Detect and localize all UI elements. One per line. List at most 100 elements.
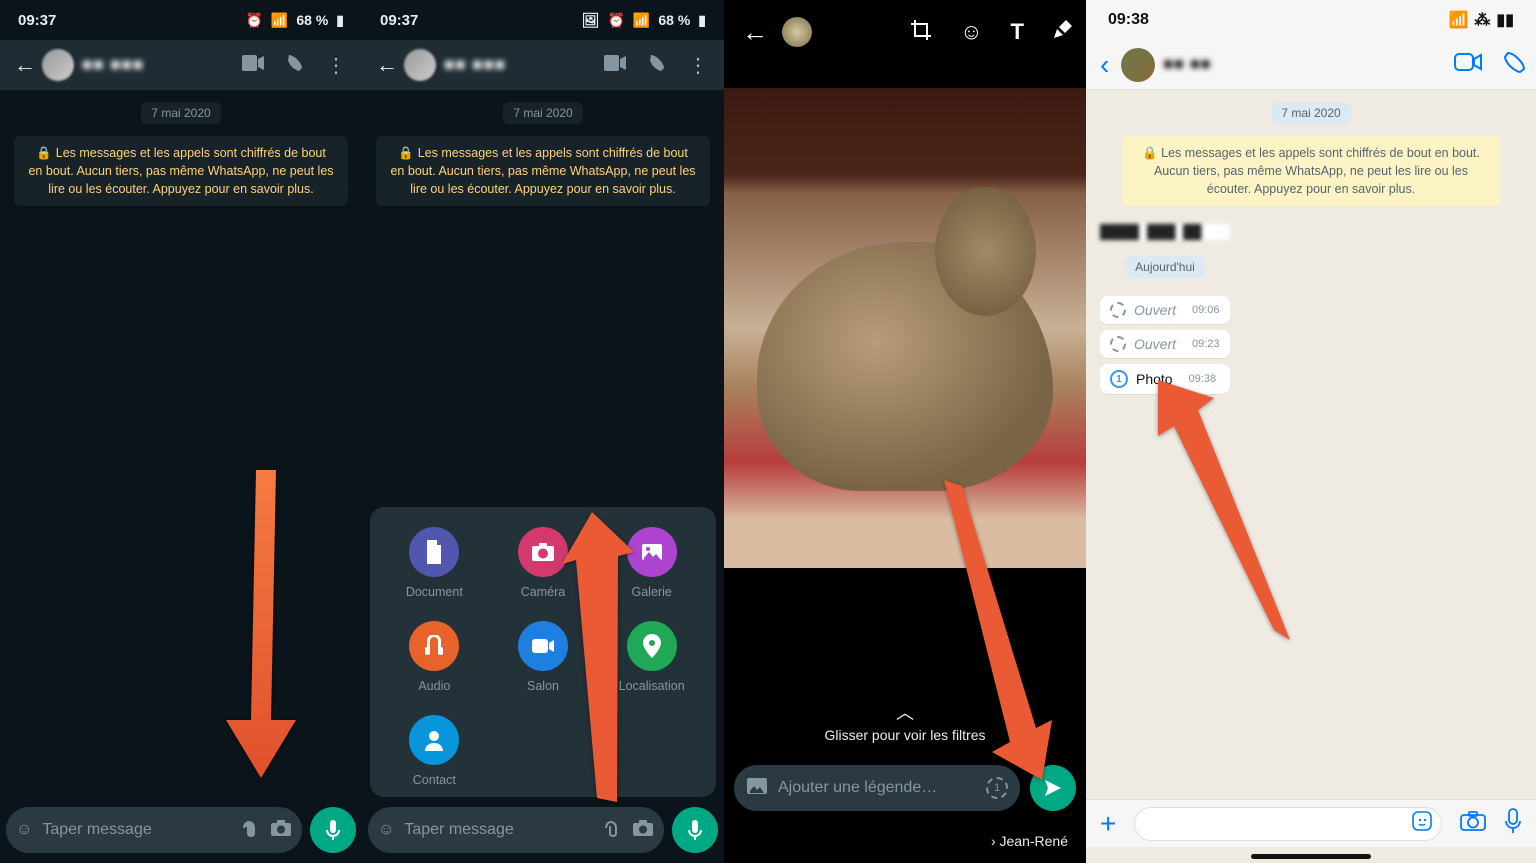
- battery-pct: 68 %: [296, 12, 328, 28]
- chat-body: 7 mai 2020 🔒 Les messages et les appels …: [1086, 90, 1536, 799]
- message-opened[interactable]: Ouvert09:23: [1100, 330, 1230, 358]
- input-placeholder: Taper message: [42, 821, 230, 839]
- redacted-text: [1100, 224, 1230, 240]
- battery-icon: ▮: [336, 12, 344, 29]
- caption-row: Ajouter une légende… 1: [734, 765, 1076, 811]
- attach-document[interactable]: Document: [380, 527, 489, 599]
- emoji-button[interactable]: ☺: [16, 821, 32, 839]
- contact-avatar[interactable]: [404, 49, 436, 81]
- crop-button[interactable]: [910, 19, 932, 46]
- status-bar: 09:38 📶 ⁂ ▮▮: [1086, 0, 1536, 40]
- chat-header: ‹ ■■ ■■: [1086, 40, 1536, 90]
- video-call-button[interactable]: [604, 55, 626, 76]
- view-once-toggle[interactable]: 1: [986, 777, 1008, 799]
- input-placeholder: Taper message: [404, 821, 592, 839]
- chevron-up-icon: ︿: [724, 699, 1086, 725]
- voice-call-button[interactable]: [648, 54, 666, 77]
- caption-input[interactable]: Ajouter une légende… 1: [734, 765, 1020, 811]
- message-opened[interactable]: Ouvert09:06: [1100, 296, 1230, 324]
- pane-android-chat: 09:37 ⏰ 📶 68 % ▮ ← ■■ ■■■ ⋮ 7 mai 2020 🔒…: [0, 0, 362, 863]
- battery-icon: ▮▮: [1496, 10, 1514, 30]
- voice-call-button[interactable]: [1504, 51, 1526, 78]
- camera-button[interactable]: [1460, 811, 1486, 836]
- message-input-row: ☺ Taper message: [368, 807, 718, 853]
- status-right: 🖼 ⏰ 📶 68 % ▮: [582, 12, 706, 29]
- message-view-once-photo[interactable]: 1Photo09:38: [1100, 364, 1230, 394]
- date-pill: 7 mai 2020: [1271, 102, 1350, 124]
- encryption-notice[interactable]: 🔒Les messages et les appels sont chiffré…: [14, 136, 347, 206]
- attach-room[interactable]: Salon: [489, 621, 598, 693]
- attach-button[interactable]: [240, 818, 260, 843]
- message-input[interactable]: ☺ Taper message: [6, 807, 302, 853]
- selected-photo[interactable]: [724, 88, 1086, 568]
- filters-hint[interactable]: ︿ Glisser pour voir les filtres: [724, 699, 1086, 743]
- voice-call-button[interactable]: [286, 54, 304, 77]
- date-pill: 7 mai 2020: [503, 102, 582, 124]
- encryption-notice[interactable]: 🔒Les messages et les appels sont chiffré…: [376, 136, 709, 206]
- voice-record-button[interactable]: [310, 807, 356, 853]
- voice-record-button[interactable]: [1504, 808, 1522, 839]
- pane-android-attach: 09:37 🖼 ⏰ 📶 68 % ▮ ← ■■ ■■■ ⋮ 7 mai 2020…: [362, 0, 724, 863]
- attach-location[interactable]: Localisation: [597, 621, 706, 693]
- lock-icon: 🔒: [36, 146, 52, 160]
- battery-pct: 68 %: [658, 12, 690, 28]
- recipient-chip[interactable]: › Jean-René: [991, 833, 1068, 849]
- chat-body: 7 mai 2020 🔒Les messages et les appels s…: [0, 90, 362, 797]
- more-menu-button[interactable]: ⋮: [688, 53, 708, 78]
- status-time: 09:37: [380, 12, 418, 29]
- no-sim-icon: 📶: [271, 12, 288, 29]
- contact-name[interactable]: ■■ ■■■: [82, 55, 144, 75]
- view-once-opened-icon: [1110, 336, 1126, 352]
- emoji-sticker-button[interactable]: ☺: [960, 19, 982, 45]
- contact-avatar[interactable]: [1121, 48, 1155, 82]
- alarm-icon: ⏰: [607, 12, 624, 29]
- attach-camera[interactable]: Caméra: [489, 527, 598, 599]
- video-call-button[interactable]: [1454, 53, 1482, 76]
- voice-record-button[interactable]: [672, 807, 718, 853]
- message-input[interactable]: [1134, 807, 1442, 841]
- more-menu-button[interactable]: ⋮: [326, 53, 346, 78]
- message-list: Aujourd'hui Ouvert09:06 Ouvert09:23 1Pho…: [1100, 220, 1230, 394]
- date-pill: 7 mai 2020: [141, 102, 220, 124]
- caption-placeholder: Ajouter une légende…: [778, 779, 976, 797]
- message-input[interactable]: ☺ Taper message: [368, 807, 664, 853]
- photo-thumb[interactable]: [782, 17, 812, 47]
- view-once-opened-icon: [1110, 302, 1126, 318]
- text-tool-button[interactable]: T: [1011, 19, 1024, 45]
- contact-name[interactable]: ■■ ■■■: [444, 55, 506, 75]
- back-button[interactable]: ←: [370, 48, 404, 82]
- status-bar: 09:37 🖼 ⏰ 📶 68 % ▮: [362, 0, 724, 40]
- status-time: 09:37: [18, 12, 56, 29]
- alarm-icon: ⏰: [245, 12, 262, 29]
- status-bar: 09:37 ⏰ 📶 68 % ▮: [0, 0, 362, 40]
- image-indicator-icon: 🖼: [582, 12, 600, 29]
- message-input-row: ☺ Taper message: [6, 807, 356, 853]
- video-call-button[interactable]: [242, 55, 264, 76]
- add-photo-icon[interactable]: [746, 777, 768, 800]
- back-button[interactable]: ←: [8, 48, 42, 82]
- chat-header: ← ■■ ■■■ ⋮: [362, 40, 724, 90]
- lock-icon: 🔒: [398, 146, 414, 160]
- attach-button[interactable]: [602, 818, 622, 843]
- pane-photo-editor: ← ☺ T ︿ Glisser pour voir les filtres Aj…: [724, 0, 1086, 863]
- camera-button[interactable]: [632, 819, 654, 842]
- back-button[interactable]: ‹: [1096, 49, 1113, 81]
- back-button[interactable]: ←: [738, 13, 772, 52]
- attach-gallery[interactable]: Galerie: [597, 527, 706, 599]
- attach-contact[interactable]: Contact: [380, 715, 489, 787]
- battery-icon: ▮: [698, 12, 706, 29]
- sticker-button[interactable]: [1411, 810, 1433, 837]
- camera-button[interactable]: [270, 819, 292, 842]
- contact-name[interactable]: ■■ ■■: [1163, 56, 1211, 74]
- status-time: 09:38: [1108, 11, 1149, 29]
- attach-audio[interactable]: Audio: [380, 621, 489, 693]
- emoji-button[interactable]: ☺: [378, 821, 394, 839]
- send-button[interactable]: [1030, 765, 1076, 811]
- wifi-icon: ⁂: [1474, 10, 1490, 30]
- encryption-notice[interactable]: 🔒 Les messages et les appels sont chiffr…: [1122, 136, 1500, 206]
- add-button[interactable]: +: [1100, 808, 1116, 840]
- editor-toolbar: ← ☺ T: [724, 0, 1086, 64]
- draw-tool-button[interactable]: [1052, 20, 1072, 45]
- contact-avatar[interactable]: [42, 49, 74, 81]
- pane-ios-chat: 09:38 📶 ⁂ ▮▮ ‹ ■■ ■■ 7 mai 2020 🔒 Les me…: [1086, 0, 1536, 863]
